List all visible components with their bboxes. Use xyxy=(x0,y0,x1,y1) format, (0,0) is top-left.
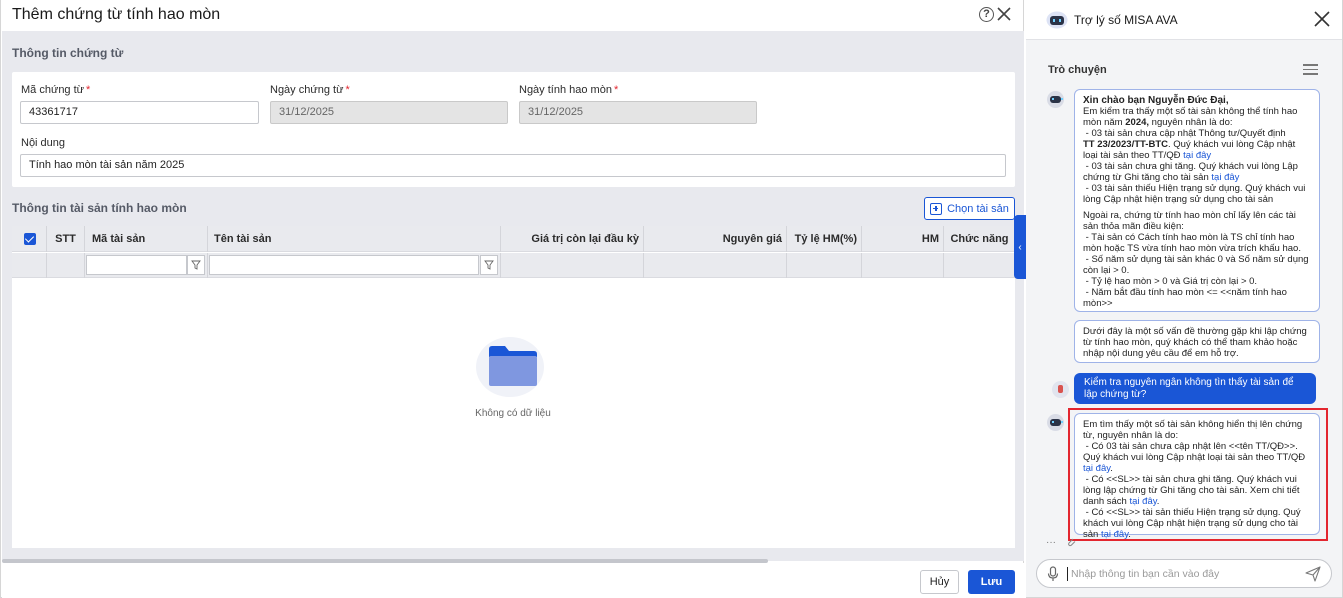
bot-logo-icon xyxy=(1046,11,1068,29)
calc-date-label: Ngày tính hao mòn * xyxy=(519,84,619,96)
col-original-cost: Nguyên giá xyxy=(644,226,787,252)
choose-asset-button[interactable]: Chọn tài sản xyxy=(924,197,1015,220)
attach-icon[interactable] xyxy=(1067,537,1076,547)
cancel-button[interactable]: Hủy xyxy=(920,570,959,594)
link-here[interactable]: tại đây xyxy=(1183,150,1211,161)
col-asset-code: Mã tài sản xyxy=(85,226,208,252)
microphone-icon[interactable] xyxy=(1047,566,1059,582)
assistant-panel: Trợ lý số MISA AVA Trò chuyện Xin chào b… xyxy=(1026,0,1343,598)
message-tools: ··· xyxy=(1046,537,1076,548)
assistant-title: Trợ lý số MISA AVA xyxy=(1074,13,1178,27)
chat-input-placeholder: Nhập thông tin bạn cần vào đây xyxy=(1071,568,1220,580)
select-all-checkbox[interactable] xyxy=(24,233,36,245)
grid-header: STT Mã tài sản Tên tài sản Giá trị còn l… xyxy=(12,226,1015,252)
user-avatar xyxy=(1052,381,1069,398)
assistant-header: Trợ lý số MISA AVA xyxy=(1026,0,1342,40)
close-icon[interactable] xyxy=(1314,11,1330,27)
grid-filter-row xyxy=(12,253,1015,278)
send-icon[interactable] xyxy=(1305,566,1321,582)
voucher-no-input[interactable]: 43361717 xyxy=(20,101,259,124)
asset-code-filter-input[interactable] xyxy=(86,255,187,275)
choose-asset-label: Chọn tài sản xyxy=(947,202,1009,215)
content-label: Nội dung xyxy=(21,137,66,149)
greeting-text: Xin chào bạn Nguyễn Đức Đại, xyxy=(1083,95,1229,106)
chat-input[interactable]: Nhập thông tin bạn cần vào đây xyxy=(1036,559,1332,588)
close-icon[interactable] xyxy=(997,5,1011,23)
section-title-voucher: Thông tin chứng từ xyxy=(12,46,124,60)
col-actions: Chức năng xyxy=(950,233,1009,245)
bot-message: Dưới đây là một số vấn đề thường gặp khi… xyxy=(1074,320,1320,363)
more-icon[interactable]: ··· xyxy=(1046,537,1056,548)
col-hm: HM xyxy=(862,226,944,252)
filter-icon[interactable] xyxy=(480,255,498,275)
voucher-date-label: Ngày chứng từ * xyxy=(270,84,350,96)
bot-message: Xin chào bạn Nguyễn Đức Đại, Em kiểm tra… xyxy=(1074,89,1320,312)
help-icon[interactable]: ? xyxy=(979,7,994,22)
bot-avatar xyxy=(1047,414,1064,431)
link-here[interactable]: tại đây xyxy=(1211,172,1239,183)
bot-avatar xyxy=(1047,91,1064,108)
voucher-no-label: Mã chứng từ * xyxy=(21,84,91,96)
asset-name-filter-input[interactable] xyxy=(209,255,479,275)
filter-icon[interactable] xyxy=(187,255,205,275)
collapse-panel-icon[interactable]: ‹ xyxy=(1014,215,1026,279)
dialog-title: Thêm chứng từ tính hao mòn xyxy=(12,6,221,23)
content-input[interactable]: Tính hao mòn tài sản năm 2025 xyxy=(20,154,1006,177)
conversation-label: Trò chuyện xyxy=(1048,64,1107,76)
voucher-date-input: 31/12/2025 xyxy=(270,101,508,124)
section-title-assets: Thông tin tài sản tính hao mòn xyxy=(12,201,187,215)
col-depreciation-rate: Tỷ lệ HM(%) xyxy=(787,226,862,252)
voucher-info-card: Mã chứng từ * 43361717 Ngày chứng từ * 31/… xyxy=(12,72,1015,187)
add-icon xyxy=(930,202,943,215)
dialog-header: Thêm chứng từ tính hao mòn ? xyxy=(1,0,1023,31)
user-message: Kiểm tra nguyên ngân không tìn thấy tài … xyxy=(1074,373,1316,404)
col-asset-name: Tên tài sản xyxy=(208,226,501,252)
empty-text: Không có dữ liệu xyxy=(475,408,551,419)
dialog-footer xyxy=(2,563,1024,598)
select-all-cell[interactable] xyxy=(12,226,47,252)
highlight-box xyxy=(1068,408,1328,541)
menu-icon[interactable] xyxy=(1303,64,1318,75)
asset-depreciation-dialog: Thêm chứng từ tính hao mòn ? Thông tin c… xyxy=(0,0,1024,598)
col-stt: STT xyxy=(47,226,85,252)
col-remaining-value: Giá trị còn lại đầu kỳ xyxy=(501,226,644,252)
text-cursor xyxy=(1067,567,1068,581)
calc-date-input: 31/12/2025 xyxy=(519,101,757,124)
save-button[interactable]: Lưu xyxy=(968,570,1015,594)
